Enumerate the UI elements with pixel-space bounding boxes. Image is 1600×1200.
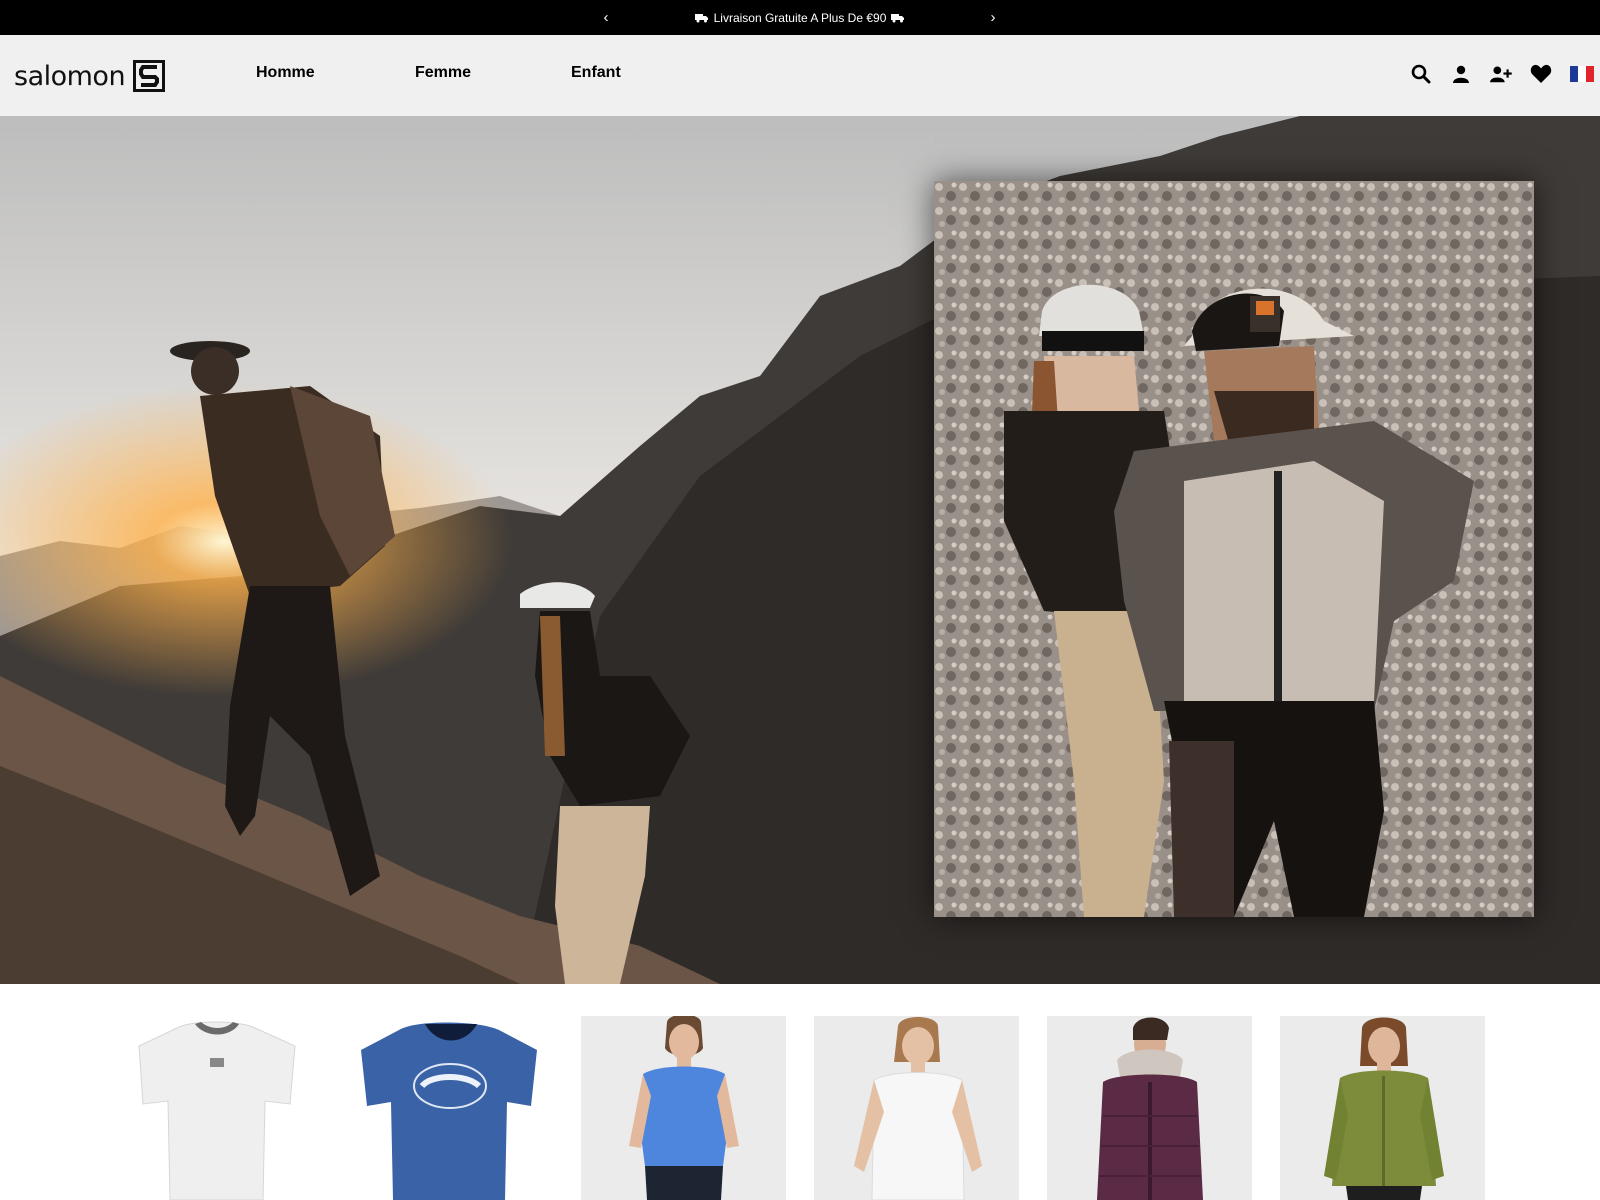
product-card-white-tshirt[interactable] (115, 1016, 320, 1200)
nav-enfant[interactable]: Enfant (571, 64, 621, 82)
logo-wordmark: salomon (14, 60, 126, 92)
announcement-bar: ‹ Livraison Gratuite A Plus De €90 › (0, 0, 1600, 35)
nav-homme[interactable]: Homme (256, 64, 315, 82)
announcement-text: Livraison Gratuite A Plus De €90 (713, 10, 887, 25)
announcement-prev-arrow[interactable]: ‹ (596, 0, 616, 35)
product-card-woman-white-tshirt[interactable] (814, 1016, 1019, 1200)
truck-icon (694, 13, 708, 22)
search-icon[interactable] (1410, 63, 1432, 85)
salomon-logo[interactable]: salomon (14, 59, 166, 93)
hikers-closeup-photo (934, 181, 1534, 917)
product-card-woman-purple-parka[interactable] (1047, 1016, 1252, 1200)
account-icon[interactable] (1450, 63, 1472, 85)
announcement-message[interactable]: Livraison Gratuite A Plus De €90 (620, 0, 980, 35)
white-tshirt-image (138, 1021, 296, 1200)
woman-blue-top-image (629, 1016, 739, 1200)
wishlist-heart-icon[interactable] (1530, 63, 1552, 85)
blue-graphic-tshirt-image (361, 1022, 537, 1200)
announcement-next-arrow[interactable]: › (983, 0, 1003, 35)
product-card-woman-green-jacket[interactable] (1280, 1016, 1485, 1200)
product-card-blue-graphic-tshirt[interactable] (347, 1016, 552, 1200)
woman-green-jacket-image (1324, 1017, 1444, 1200)
france-flag-icon[interactable] (1570, 66, 1594, 82)
salomon-s-logo-icon (133, 60, 166, 92)
woman-white-tshirt-image (854, 1017, 982, 1200)
hero-banner[interactable] (0, 116, 1600, 984)
truck-icon (891, 13, 905, 22)
header-icons (1410, 63, 1594, 85)
site-header: salomon Homme Femme Enfant (0, 35, 1600, 116)
hero-inset-photo (934, 181, 1534, 917)
product-card-woman-blue-top[interactable] (581, 1016, 786, 1200)
woman-purple-parka-image (1097, 1017, 1203, 1200)
nav-femme[interactable]: Femme (415, 64, 471, 82)
add-user-icon[interactable] (1490, 63, 1512, 85)
product-carousel (0, 984, 1600, 1200)
